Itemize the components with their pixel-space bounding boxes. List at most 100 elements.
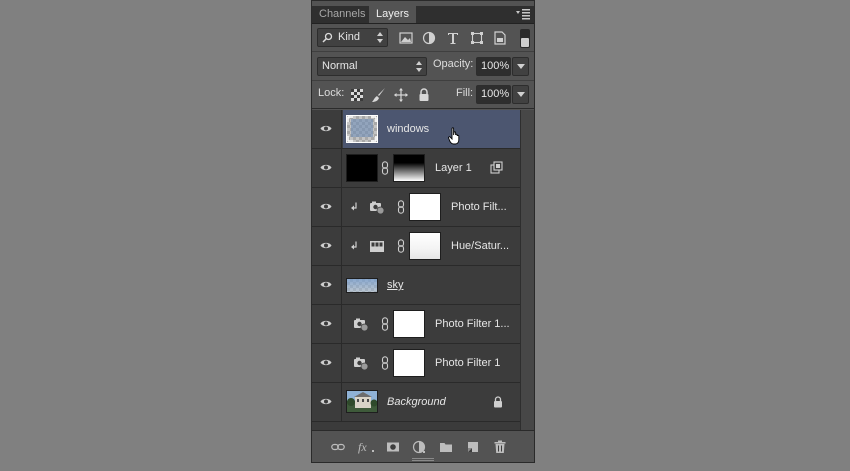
hue-saturation-adjustment-icon [370,241,384,252]
new-layer-icon[interactable] [466,440,480,454]
link-layers-icon[interactable] [331,440,345,454]
opacity-label: Opacity: [433,58,474,70]
layer-mask-thumbnail [393,310,425,338]
layer-row-photo-filter-1-copy[interactable]: Photo Filter 1... [312,305,520,344]
chain-link-icon [381,161,389,175]
pixel-filter-icon[interactable] [398,30,414,46]
filter-toggle-switch[interactable] [520,29,530,48]
layer-thumbnail [346,278,378,293]
layers-panel: Channels Layers Kind Normal Opacity: 100… [311,0,535,463]
layers-scrollbar[interactable] [520,110,534,430]
chain-link-icon [397,239,405,253]
eye-icon [320,125,332,132]
chevron-down-icon [517,64,525,69]
svg-text:fx: fx [358,440,367,454]
clipping-arrow-icon [351,202,357,211]
clipping-arrow-icon [351,241,357,250]
chain-link-icon [397,200,405,214]
tab-layers[interactable]: Layers [369,6,417,23]
panel-tab-bar: Channels Layers [312,6,534,24]
trash-icon[interactable] [493,440,507,454]
lock-position-icon[interactable] [393,87,409,103]
kind-filter-select[interactable]: Kind [317,28,388,47]
layer-mask-thumbnail [393,349,425,377]
visibility-toggle[interactable] [312,344,342,382]
blend-mode-value: Normal [322,60,358,72]
visibility-toggle[interactable] [312,110,342,148]
windows-thumbnail-art [347,116,377,142]
layer-name-zone[interactable]: Photo Filt... [343,188,520,226]
blend-mode-select[interactable]: Normal [317,57,427,76]
layer-name: Photo Filt... [451,201,507,213]
smart-object-filter-icon[interactable] [492,30,508,46]
visibility-toggle[interactable] [312,266,342,304]
resize-grip-icon[interactable] [412,458,434,461]
layer-mask-thumbnail [393,154,425,182]
layer-thumbnail [346,154,378,182]
layer-row-hue-saturation[interactable]: Hue/Satur... [312,227,520,266]
layer-row-windows[interactable]: windows [312,110,520,149]
chain-link-icon [381,356,389,370]
photo-filter-adjustment-icon [354,318,369,332]
layer-mask-thumbnail [409,193,441,221]
eye-icon [320,398,332,405]
fill-input[interactable]: 100% [476,85,511,104]
visibility-toggle[interactable] [312,227,342,265]
layer-row-photo-filter-1[interactable]: Photo Filter 1 [312,344,520,383]
layer-name-zone[interactable]: Layer 1 [343,149,520,187]
fill-label: Fill: [456,87,474,99]
background-photo-art [347,391,377,412]
visibility-toggle[interactable] [312,383,342,421]
tab-channels[interactable]: Channels [312,6,372,23]
adjustment-filter-icon[interactable] [421,30,437,46]
layer-name-zone[interactable]: Hue/Satur... [343,227,520,265]
lock-label: Lock: [318,87,345,99]
layer-name: Hue/Satur... [451,240,510,252]
lock-all-icon[interactable] [416,87,432,103]
fx-icon[interactable]: fx [358,440,376,454]
eye-icon [320,359,332,366]
layers-list: windows Layer 1 Photo Filt... Hue/Satur.… [312,110,520,430]
layer-mask-thumbnail [409,232,441,260]
opacity-input[interactable]: 100% [476,57,511,76]
layer-row-sky[interactable]: sky [312,266,520,305]
layer-name: Photo Filter 1 [435,357,501,369]
visibility-toggle[interactable] [312,188,342,226]
photo-filter-adjustment-icon [354,357,369,371]
visibility-toggle[interactable] [312,305,342,343]
layer-name: Layer 1 [435,162,472,174]
filter-row: Kind [312,24,534,52]
fill-dropdown-button[interactable] [512,85,529,104]
layer-name-zone[interactable]: windows [343,110,520,148]
visibility-toggle[interactable] [312,149,342,187]
layer-thumbnail [346,115,378,143]
layer-name: sky [387,279,404,291]
layer-name: windows [387,123,430,135]
layer-row-background[interactable]: Background [312,383,520,422]
adjustment-layer-icon[interactable] [412,440,426,454]
updown-arrows-icon [377,32,383,43]
photo-filter-adjustment-icon [370,201,385,215]
layer-name-zone[interactable]: Photo Filter 1 [343,344,520,382]
layer-name-zone[interactable]: Photo Filter 1... [343,305,520,343]
layer-thumbnail [346,390,378,413]
layer-row-photo-filter-clipped[interactable]: Photo Filt... [312,188,520,227]
shape-filter-icon[interactable] [469,30,485,46]
chevron-down-icon [517,92,525,97]
eye-icon [320,242,332,249]
toggle-knob [521,38,529,47]
type-filter-icon[interactable] [445,30,461,46]
opacity-dropdown-button[interactable] [512,57,529,76]
eye-icon [320,281,332,288]
layer-name-zone[interactable]: sky [343,266,520,304]
search-icon [322,32,333,43]
lock-image-pixels-icon[interactable] [371,87,387,103]
sky-thumbnail-art [347,279,377,292]
eye-icon [320,203,332,210]
layer-mask-icon[interactable] [386,440,400,454]
layer-row-layer-1[interactable]: Layer 1 [312,149,520,188]
lock-transparent-pixels-icon[interactable] [349,87,365,103]
layer-name-zone[interactable]: Background [343,383,520,421]
group-folder-icon[interactable] [439,440,453,454]
panel-menu-icon[interactable] [515,8,531,20]
